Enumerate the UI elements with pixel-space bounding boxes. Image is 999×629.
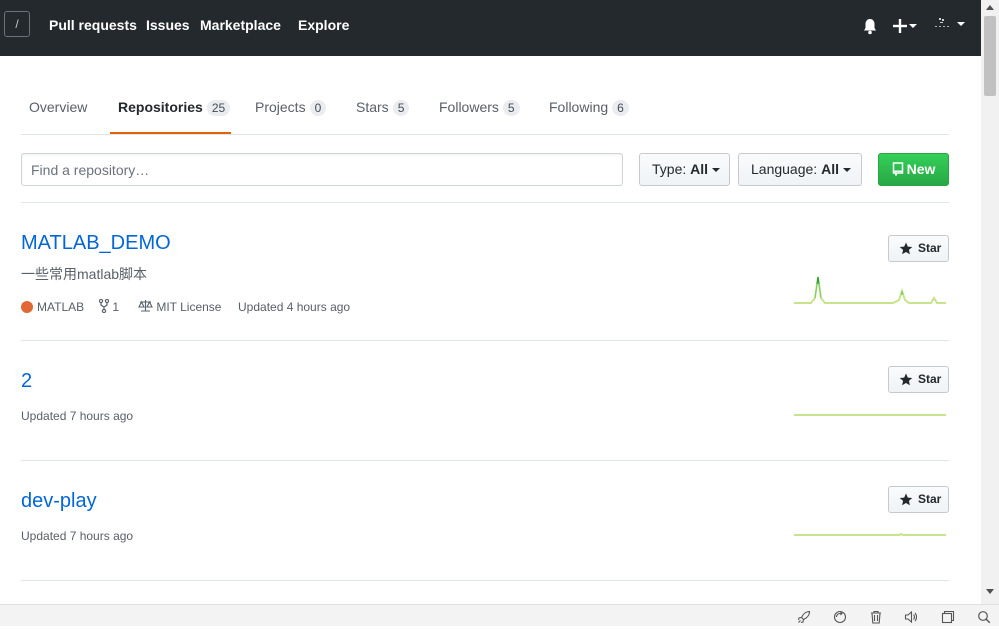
tab-repositories[interactable]: Repositories 25 (118, 99, 231, 116)
avatar[interactable] (932, 15, 952, 40)
license-label: MIT License (156, 300, 222, 314)
star-icon (899, 373, 913, 386)
list-divider (21, 340, 949, 341)
star-button[interactable]: Star (888, 366, 949, 393)
following-count: 6 (612, 100, 629, 116)
list-top-divider (21, 202, 949, 203)
scroll-down-arrow-icon[interactable] (986, 589, 994, 594)
repositories-count: 25 (206, 100, 231, 116)
star-icon (899, 242, 913, 255)
vertical-scrollbar[interactable] (981, 0, 999, 604)
repo-book-icon (892, 162, 903, 176)
repo-name-link[interactable]: dev-play (21, 490, 97, 513)
trash-icon[interactable] (869, 610, 883, 629)
zoom-icon[interactable] (977, 610, 991, 629)
rocket-icon[interactable] (797, 610, 811, 629)
repo-name-link[interactable]: MATLAB_DEMO (21, 232, 171, 255)
activity-sparkline (794, 414, 946, 416)
activity-sparkline (794, 276, 946, 304)
language-filter-button[interactable]: Language: All (738, 153, 862, 186)
stars-count: 5 (392, 100, 410, 116)
tabs-divider (21, 134, 949, 135)
global-header: / Pull requests Issues Marketplace Explo… (0, 0, 981, 56)
projects-count: 0 (309, 100, 327, 116)
avatar-caret-icon[interactable] (957, 22, 965, 26)
refresh-icon[interactable] (833, 610, 847, 629)
star-button[interactable]: Star (888, 486, 949, 513)
nav-pull-requests[interactable]: Pull requests (49, 17, 137, 33)
scroll-thumb[interactable] (984, 16, 996, 96)
browser-status-bar (0, 604, 999, 626)
activity-sparkline (794, 532, 946, 536)
search-slash-icon[interactable]: / (4, 11, 30, 37)
license-info: MIT License (138, 299, 221, 314)
bell-icon[interactable] (862, 18, 878, 40)
tab-projects[interactable]: Projects 0 (255, 99, 327, 116)
tab-following[interactable]: Following 6 (549, 99, 629, 116)
plus-caret-icon[interactable] (909, 24, 917, 28)
fork-icon (98, 298, 110, 314)
repo-name-link[interactable]: 2 (21, 370, 32, 393)
tab-stars[interactable]: Stars 5 (356, 99, 410, 116)
updated-time: Updated 7 hours ago (21, 529, 134, 543)
window-icon[interactable] (941, 610, 955, 629)
list-divider (21, 580, 949, 581)
list-divider (21, 460, 949, 461)
repo-description: 一些常用matlab脚本 (21, 266, 148, 282)
star-button[interactable]: Star (888, 235, 949, 262)
fork-count: 1 (112, 300, 120, 314)
chevron-down-icon (712, 168, 721, 173)
find-repository-input[interactable] (21, 153, 623, 186)
speaker-icon[interactable] (904, 610, 918, 629)
nav-explore[interactable]: Explore (298, 17, 349, 33)
tab-overview[interactable]: Overview (29, 99, 87, 115)
tab-followers[interactable]: Followers 5 (439, 99, 520, 116)
scroll-up-arrow-icon[interactable] (986, 5, 994, 10)
new-repository-button[interactable]: New (878, 153, 949, 186)
updated-time: Updated 7 hours ago (21, 409, 134, 423)
chevron-down-icon (842, 168, 851, 173)
updated-time: Updated 4 hours ago (238, 300, 351, 314)
type-filter-button[interactable]: Type: All (639, 153, 730, 186)
star-icon (899, 493, 913, 506)
plus-icon[interactable] (892, 17, 908, 40)
fork-link[interactable]: 1 (98, 298, 120, 314)
followers-count: 5 (502, 100, 520, 116)
nav-issues[interactable]: Issues (146, 17, 190, 33)
law-scale-icon (138, 300, 153, 312)
repo-language: MATLAB (37, 300, 85, 314)
language-color-dot (21, 301, 33, 313)
nav-marketplace[interactable]: Marketplace (200, 17, 281, 33)
